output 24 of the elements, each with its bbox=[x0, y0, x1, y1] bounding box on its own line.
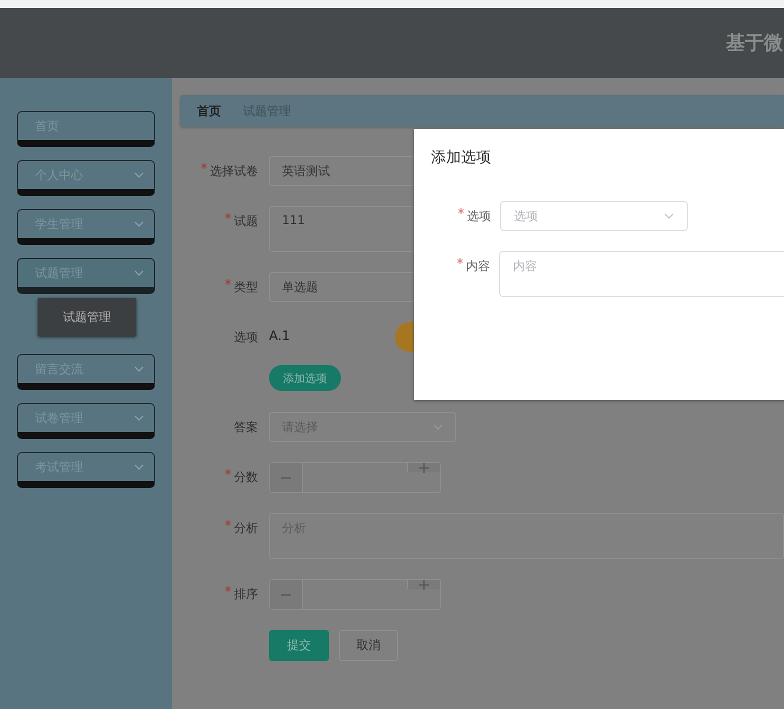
field-label: 试题 bbox=[234, 214, 258, 228]
submit-button[interactable]: 提交 bbox=[269, 630, 329, 661]
field-label: 排序 bbox=[234, 587, 258, 601]
add-option-button[interactable]: 添加选项 bbox=[269, 365, 341, 391]
chevron-down-icon bbox=[433, 424, 443, 430]
site-title: 基于微 bbox=[726, 31, 783, 56]
field-label: 分析 bbox=[234, 521, 258, 535]
breadcrumb-item[interactable]: 首页 bbox=[197, 102, 221, 120]
field-label: 选择试卷 bbox=[210, 164, 258, 178]
chevron-down-icon bbox=[664, 213, 674, 219]
submenu-item[interactable]: 试题管理 bbox=[38, 298, 136, 336]
field-label: 分数 bbox=[234, 470, 258, 484]
select-field[interactable]: 选项 bbox=[500, 201, 688, 231]
dialog-title: 添加选项 bbox=[431, 148, 492, 167]
field-label: 答案 bbox=[234, 420, 258, 434]
cancel-button[interactable]: 取消 bbox=[339, 630, 398, 661]
number-field[interactable]: − + bbox=[269, 579, 441, 610]
number-field[interactable]: − + bbox=[269, 462, 441, 493]
field-label: 内容 bbox=[466, 259, 490, 273]
field-label: 类型 bbox=[234, 280, 258, 294]
option-value: A.1 bbox=[269, 328, 290, 346]
field-label: 选项 bbox=[467, 209, 491, 223]
textarea-field[interactable]: 内容 bbox=[498, 251, 784, 297]
field-label: 选项 bbox=[234, 330, 258, 344]
